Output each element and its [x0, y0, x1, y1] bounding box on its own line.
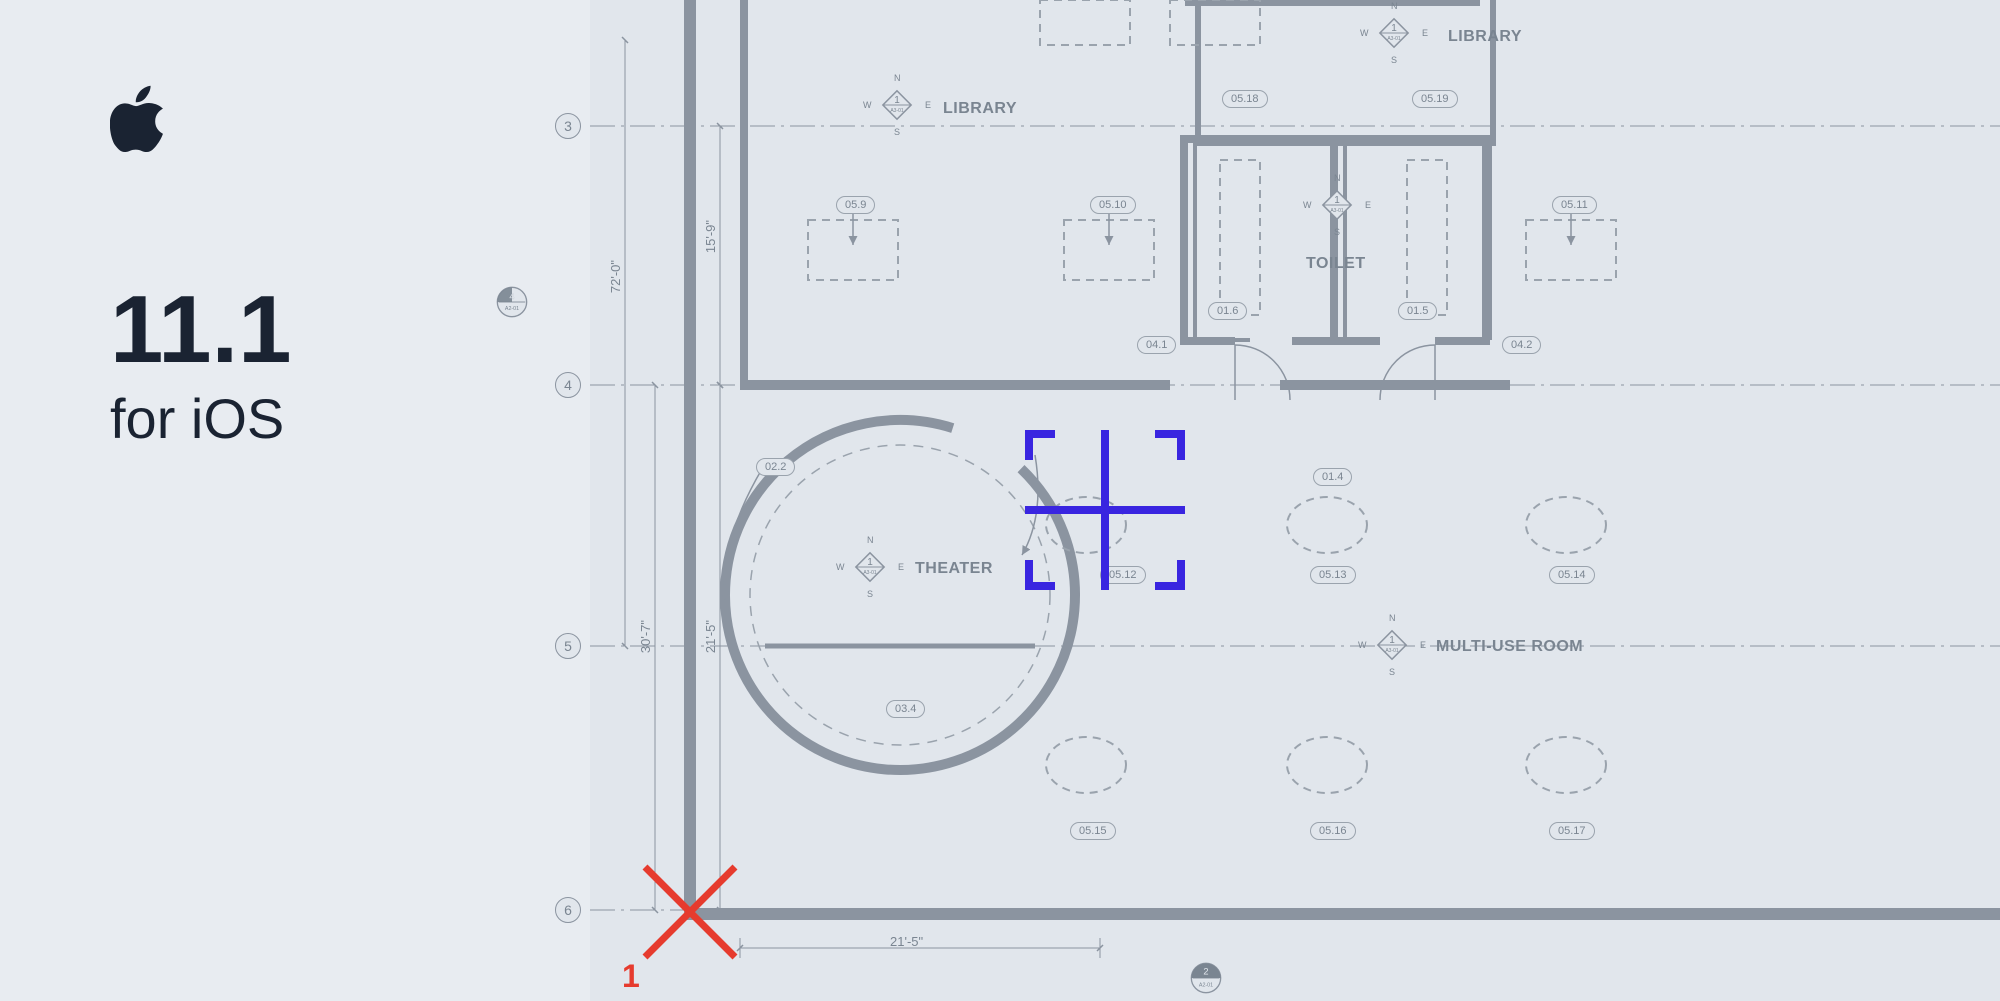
- svg-text:2: 2: [1203, 967, 1208, 977]
- tag-03-4: 03.4: [886, 700, 925, 718]
- compass-toilet: 1 A3-01 N S W E: [1307, 175, 1367, 235]
- grid-bubble-4: 4: [555, 372, 581, 398]
- svg-text:A3-01: A3-01: [1330, 208, 1344, 214]
- tag-05-13: 05.13: [1310, 566, 1356, 584]
- brand-section: 11.1 for iOS: [110, 85, 292, 451]
- room-label-library-2: LIBRARY: [1448, 28, 1522, 46]
- svg-text:A2-01: A2-01: [505, 306, 519, 312]
- dim-72-0: 72'-0": [608, 260, 623, 293]
- tag-04-2: 04.2: [1502, 336, 1541, 354]
- tag-05-15: 05.15: [1070, 822, 1116, 840]
- svg-text:A3-01: A3-01: [1387, 36, 1401, 42]
- tag-01-5: 01.5: [1398, 302, 1437, 320]
- dim-21-5h: 21'-5": [890, 934, 923, 949]
- tag-05-11: 05.11: [1552, 196, 1597, 214]
- svg-text:A2-01: A2-01: [1199, 983, 1213, 989]
- room-label-multiuse: MULTI-USE ROOM: [1436, 638, 1583, 656]
- dim-30-7: 30'-7": [638, 620, 653, 653]
- tag-05-10: 05.10: [1090, 196, 1136, 214]
- version-title: 11.1: [110, 282, 292, 378]
- svg-text:A3-01: A3-01: [863, 570, 877, 576]
- grid-bubble-3: 3: [555, 113, 581, 139]
- tag-05-16: 05.16: [1310, 822, 1356, 840]
- svg-text:4: 4: [509, 291, 514, 301]
- svg-text:A3-01: A3-01: [1385, 648, 1399, 654]
- tag-05-18: 05.18: [1222, 90, 1268, 108]
- compass-multiuse: 1 A3-01 N S W E: [1362, 615, 1422, 675]
- svg-text:1: 1: [1391, 23, 1397, 34]
- tag-02-2: 02.2: [756, 458, 795, 476]
- tag-05-9: 05.9: [836, 196, 875, 214]
- compass-theater: 1 A3-01 N S W E: [840, 537, 900, 597]
- room-label-theater: THEATER: [915, 560, 993, 578]
- section-marker-4: 4 A2-01 4: [492, 282, 532, 322]
- version-subtitle: for iOS: [110, 386, 292, 451]
- tag-05-14: 05.14: [1549, 566, 1595, 584]
- room-label-library: LIBRARY: [943, 100, 1017, 118]
- dim-15-9: 15'-9": [703, 220, 718, 253]
- svg-text:A3-01: A3-01: [890, 108, 904, 114]
- tag-01-4: 01.4: [1313, 468, 1352, 486]
- apple-logo-icon: [110, 85, 170, 157]
- grid-bubble-5: 5: [555, 633, 581, 659]
- svg-text:1: 1: [894, 95, 900, 106]
- dim-21-5v: 21'-5": [703, 620, 718, 653]
- tag-05-19: 05.19: [1412, 90, 1458, 108]
- room-label-toilet: TOILET: [1306, 255, 1366, 273]
- crosshair-cursor-icon[interactable]: [1025, 430, 1185, 590]
- tag-05-17: 05.17: [1549, 822, 1595, 840]
- x-marker-icon[interactable]: [630, 852, 750, 972]
- section-marker-2: 2 A2-01: [1186, 958, 1226, 998]
- tag-01-6: 01.6: [1208, 302, 1247, 320]
- grid-bubble-6: 6: [555, 897, 581, 923]
- svg-text:1: 1: [1334, 195, 1340, 206]
- svg-text:1: 1: [867, 557, 873, 568]
- tag-04-1: 04.1: [1137, 336, 1176, 354]
- compass-library-2: 1 A3-01 N S W E: [1364, 3, 1424, 63]
- blueprint-canvas[interactable]: 3 4 5 6 LIBRARY LIBRARY TOILET THEATER M…: [590, 0, 2000, 1001]
- compass-library: 1 A3-01 N S W E: [867, 75, 927, 135]
- x-marker-label: 1: [622, 958, 640, 995]
- svg-text:1: 1: [1389, 635, 1395, 646]
- blueprint-svg: [590, 0, 2000, 1001]
